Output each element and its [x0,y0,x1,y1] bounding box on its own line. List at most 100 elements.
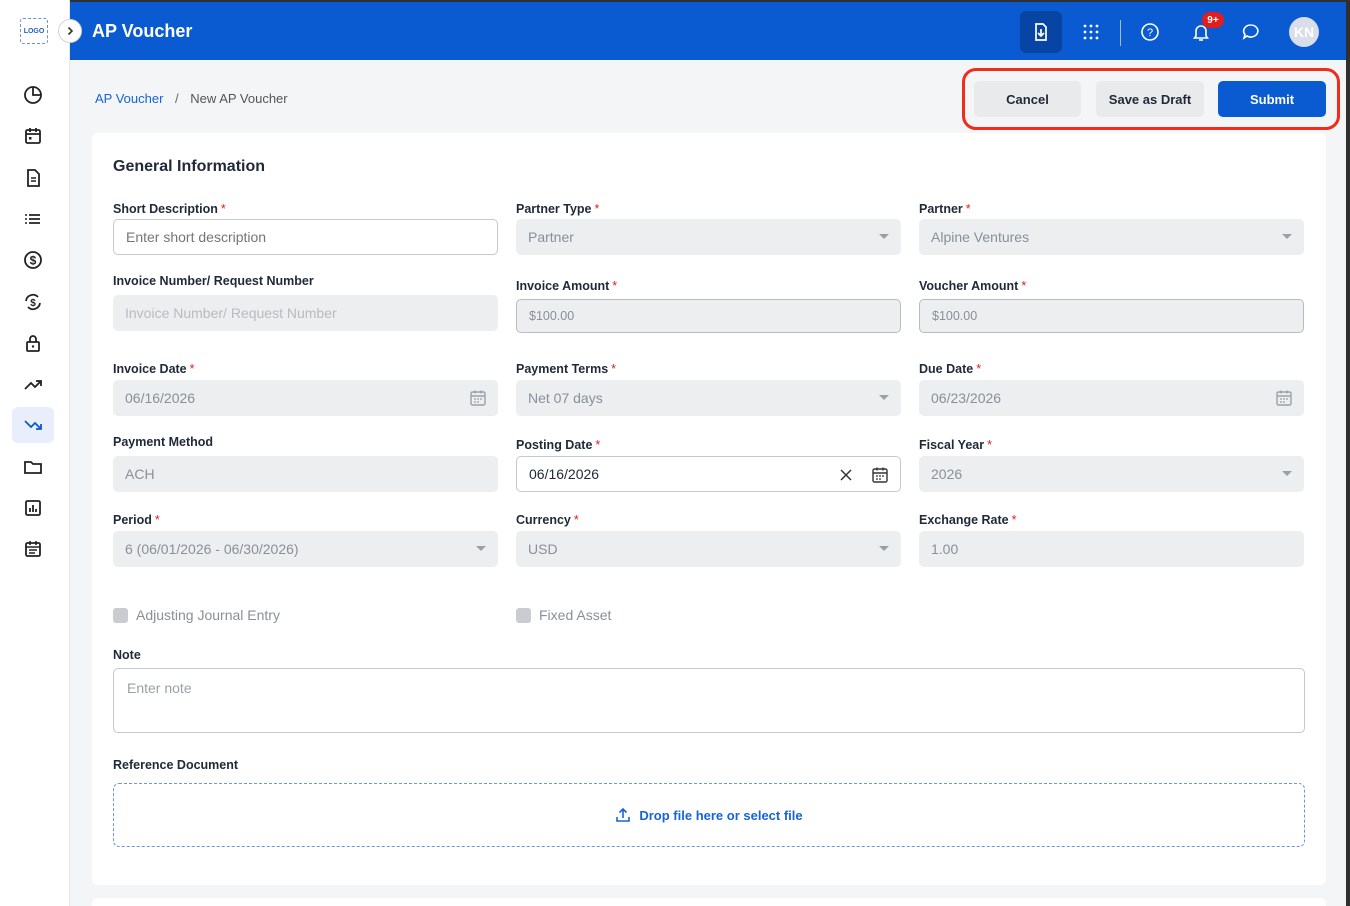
invoice-date-picker[interactable]: 06/16/2026 [113,380,498,416]
chevron-down-icon [879,234,889,239]
sidebar-item-report[interactable] [12,490,54,526]
calendar-icon [470,390,486,406]
due-date-picker[interactable]: 06/23/2026 [919,380,1304,416]
open-calendar-button[interactable] [870,465,890,485]
dashboard-icon [24,86,42,104]
currency-label: Currency * [516,513,579,527]
schedule-icon [25,541,41,557]
voucher-amount-label: Voucher Amount * [919,279,1027,293]
dropzone-text: Drop file here or select file [639,807,803,823]
breadcrumb-parent-link[interactable]: AP Voucher [95,91,163,106]
sidebar-item-schedule[interactable] [12,531,54,567]
short-description-input[interactable] [113,219,498,255]
document-icon [27,169,40,187]
sidebar-expand-button[interactable] [58,19,82,43]
payment-terms-select[interactable]: Net 07 days [516,380,901,416]
chevron-down-icon [476,546,486,551]
posting-date-picker[interactable]: 06/16/2026 [516,456,901,492]
header-divider [1120,20,1121,46]
calendar-icon [25,128,41,144]
fixed-asset-label: Fixed Asset [539,607,612,623]
checkbox-box [516,607,531,623]
file-download-icon [1035,23,1047,41]
calendar-icon [1276,390,1292,406]
app-logo: LOGO [20,18,48,44]
close-icon [840,469,852,481]
clear-date-button[interactable] [836,465,856,485]
note-textarea[interactable]: Enter note [113,668,1305,733]
currency-select[interactable]: USD [516,531,901,567]
chevron-down-icon [879,546,889,551]
svg-text:$: $ [30,298,36,309]
lock-icon [26,335,40,352]
due-date-label: Due Date * [919,362,982,376]
sidebar-item-calendar[interactable] [12,118,54,154]
payment-method-input[interactable]: ACH [113,456,498,492]
apps-grid-icon [1083,24,1099,40]
upload-icon [616,807,631,822]
sidebar-item-document[interactable] [12,160,54,196]
payment-terms-label: Payment Terms * [516,362,617,376]
period-select[interactable]: 6 (06/01/2026 - 06/30/2026) [113,531,498,567]
file-dropzone[interactable]: Drop file here or select file [113,783,1305,847]
exchange-rate-label: Exchange Rate * [919,513,1017,527]
sidebar-item-trending-down[interactable] [12,407,54,443]
next-section-card [92,898,1326,906]
svg-text:?: ? [1147,27,1153,39]
sidebar-item-trending-up[interactable] [12,366,54,402]
sidebar-item-currency-exchange[interactable]: $ [12,284,54,320]
report-icon [25,500,41,516]
chevron-right-icon [67,26,74,36]
invoice-number-input[interactable]: Invoice Number/ Request Number [113,295,498,331]
checkbox-box [113,607,128,623]
sidebar-item-dollar[interactable]: $ [12,242,54,278]
currency-exchange-icon: $ [25,293,41,311]
sidebar-item-lock[interactable] [12,325,54,361]
sidebar-item-dashboard[interactable] [12,77,54,113]
page-title: AP Voucher [92,21,193,41]
notifications-button[interactable]: 9+ [1180,11,1224,53]
partner-label: Partner * [919,202,971,216]
reference-document-label: Reference Document [113,758,239,772]
help-icon: ? [1141,23,1159,41]
partner-type-label: Partner Type * [516,202,600,216]
sidebar-item-folder[interactable] [12,449,54,485]
fiscal-year-label: Fiscal Year * [919,438,992,452]
short-description-label: Short Description * [113,202,226,216]
user-avatar[interactable]: KN [1289,17,1319,47]
adjusting-journal-entry-label: Adjusting Journal Entry [136,607,280,623]
invoice-number-label: Invoice Number/ Request Number [113,274,314,288]
trending-down-icon [24,420,42,430]
section-title: General Information [113,158,266,175]
calendar-icon [872,467,888,483]
notification-badge: 9+ [1202,12,1224,28]
apps-button[interactable] [1070,11,1112,53]
partner-select[interactable]: Alpine Ventures [919,219,1304,255]
chevron-down-icon [1282,234,1292,239]
download-button[interactable] [1020,11,1062,53]
chat-icon [1242,24,1259,40]
svg-text:$: $ [30,254,37,268]
voucher-amount-input[interactable]: $100.00 [919,299,1304,333]
list-icon [25,214,40,224]
invoice-date-label: Invoice Date * [113,362,195,376]
adjusting-journal-entry-checkbox[interactable]: Adjusting Journal Entry [113,607,280,623]
invoice-amount-label: Invoice Amount * [516,279,618,293]
sidebar-item-list[interactable] [12,201,54,237]
top-bar: AP Voucher ? 9+ KN [70,0,1350,60]
window-edge [1346,0,1350,906]
action-buttons-highlight [962,68,1340,130]
chevron-down-icon [879,395,889,400]
sidebar: LOGO $ $ [0,0,70,906]
fiscal-year-select[interactable]: 2026 [919,456,1304,492]
exchange-rate-input[interactable]: 1.00 [919,531,1304,567]
breadcrumb: AP Voucher / New AP Voucher [95,91,288,106]
help-button[interactable]: ? [1129,11,1171,53]
chat-button[interactable] [1230,11,1272,53]
partner-type-select[interactable]: Partner [516,219,901,255]
chevron-down-icon [1282,471,1292,476]
breadcrumb-separator: / [175,91,179,106]
folder-icon [24,461,42,474]
invoice-amount-input[interactable]: $100.00 [516,299,901,333]
fixed-asset-checkbox[interactable]: Fixed Asset [516,607,611,623]
